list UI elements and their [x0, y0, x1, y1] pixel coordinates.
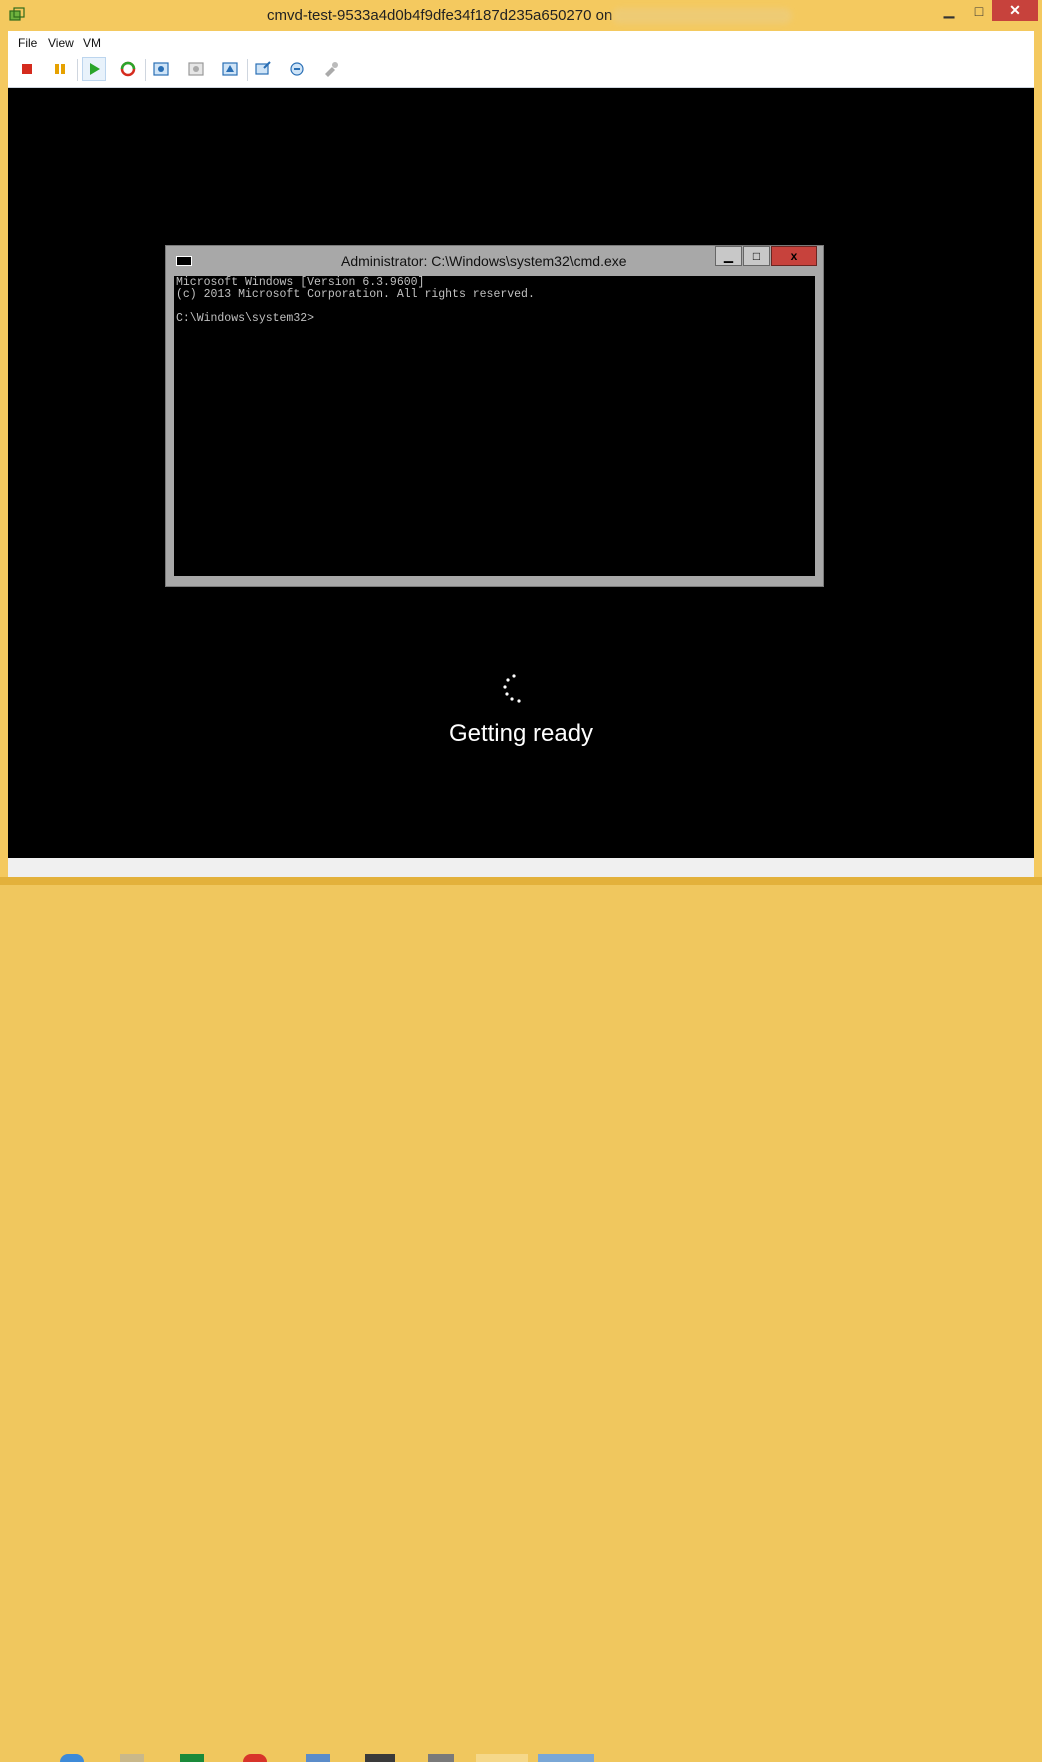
- taskbar: [0, 877, 1042, 1762]
- cmd-title: Administrator: C:\Windows\system32\cmd.e…: [341, 253, 627, 269]
- send-ctrl-alt-del-icon: [290, 62, 304, 76]
- minimize-icon: ▁: [943, 2, 955, 18]
- chrome-icon[interactable]: [243, 1754, 267, 1762]
- loading-spinner-icon: [503, 674, 521, 703]
- cmd-line: (c) 2013 Microsoft Corporation. All righ…: [176, 288, 535, 301]
- close-button[interactable]: ✕: [992, 0, 1038, 21]
- title-bar[interactable]: cmvd-test-9533a4d0b4f9dfe34f187d235a6502…: [0, 0, 1042, 31]
- manage-snapshots-button[interactable]: [218, 57, 242, 81]
- vsphere-taskbar-icon[interactable]: [476, 1754, 528, 1762]
- close-icon: ✕: [1009, 2, 1021, 18]
- snapshot-button[interactable]: [149, 57, 173, 81]
- minimize-button[interactable]: ▁: [932, 0, 966, 21]
- start-button[interactable]: [82, 57, 106, 81]
- reset-button[interactable]: [116, 57, 140, 81]
- cmd-taskbar-icon[interactable]: [365, 1754, 395, 1762]
- stop-icon: [22, 64, 32, 74]
- excel-icon[interactable]: [180, 1754, 204, 1762]
- app-icon[interactable]: [538, 1754, 594, 1762]
- app-icon[interactable]: [306, 1754, 330, 1762]
- cmd-prompt: C:\Windows\system32>: [176, 312, 315, 325]
- install-tools-icon: [325, 62, 338, 77]
- cmd-maximize-button[interactable]: □: [743, 246, 770, 266]
- cmd-close-button[interactable]: x: [771, 246, 817, 266]
- menu-bar: File View VM: [8, 31, 1034, 53]
- cmd-window: Administrator: C:\Windows\system32\cmd.e…: [165, 245, 824, 587]
- stop-button[interactable]: [15, 57, 39, 81]
- explorer-icon[interactable]: [120, 1754, 144, 1762]
- close-icon: x: [790, 249, 798, 263]
- cmd-app-icon: [176, 256, 192, 266]
- vm-console-screen[interactable]: Administrator: C:\Windows\system32\cmd.e…: [8, 88, 1034, 858]
- maximize-icon: □: [752, 249, 761, 263]
- menu-view[interactable]: View: [48, 36, 74, 50]
- ie-icon[interactable]: [60, 1754, 84, 1762]
- maximize-icon: □: [974, 2, 984, 19]
- app-icon[interactable]: [428, 1754, 454, 1762]
- vsphere-app-icon: [9, 7, 25, 21]
- revert-icon: [188, 62, 204, 76]
- reset-icon: [120, 61, 136, 77]
- pause-icon: [55, 64, 65, 74]
- menu-file[interactable]: File: [18, 36, 37, 50]
- manage-snapshots-icon: [222, 62, 238, 76]
- revert-button[interactable]: [184, 57, 208, 81]
- vm-settings-button[interactable]: [251, 57, 275, 81]
- cmd-title-bar[interactable]: Administrator: C:\Windows\system32\cmd.e…: [166, 246, 823, 276]
- install-tools-button[interactable]: [319, 57, 343, 81]
- maximize-button[interactable]: □: [966, 0, 992, 21]
- send-ctrl-alt-del-button[interactable]: [285, 57, 309, 81]
- status-bar: [8, 858, 1034, 877]
- vm-settings-icon: [255, 61, 271, 75]
- toolbar-separator: [247, 59, 248, 81]
- toolbar-separator: [77, 59, 78, 81]
- cmd-minimize-button[interactable]: ▁: [715, 246, 742, 266]
- cmd-console-output[interactable]: Microsoft Windows [Version 6.3.9600] (c)…: [174, 276, 815, 576]
- snapshot-icon: [153, 62, 169, 76]
- vm-console-window: cmvd-test-9533a4d0b4f9dfe34f187d235a6502…: [0, 0, 1042, 877]
- minimize-icon: ▁: [723, 249, 734, 263]
- toolbar: [8, 53, 1034, 88]
- client-area: File View VM Administrator: C:\Windows\s…: [8, 31, 1034, 877]
- toolbar-separator: [145, 59, 146, 81]
- start-icon: [90, 63, 100, 75]
- pause-button[interactable]: [48, 57, 72, 81]
- menu-vm[interactable]: VM: [83, 36, 101, 50]
- window-title: cmvd-test-9533a4d0b4f9dfe34f187d235a6502…: [267, 7, 613, 24]
- boot-status-text: Getting ready: [448, 720, 594, 747]
- redacted-host: [612, 8, 792, 24]
